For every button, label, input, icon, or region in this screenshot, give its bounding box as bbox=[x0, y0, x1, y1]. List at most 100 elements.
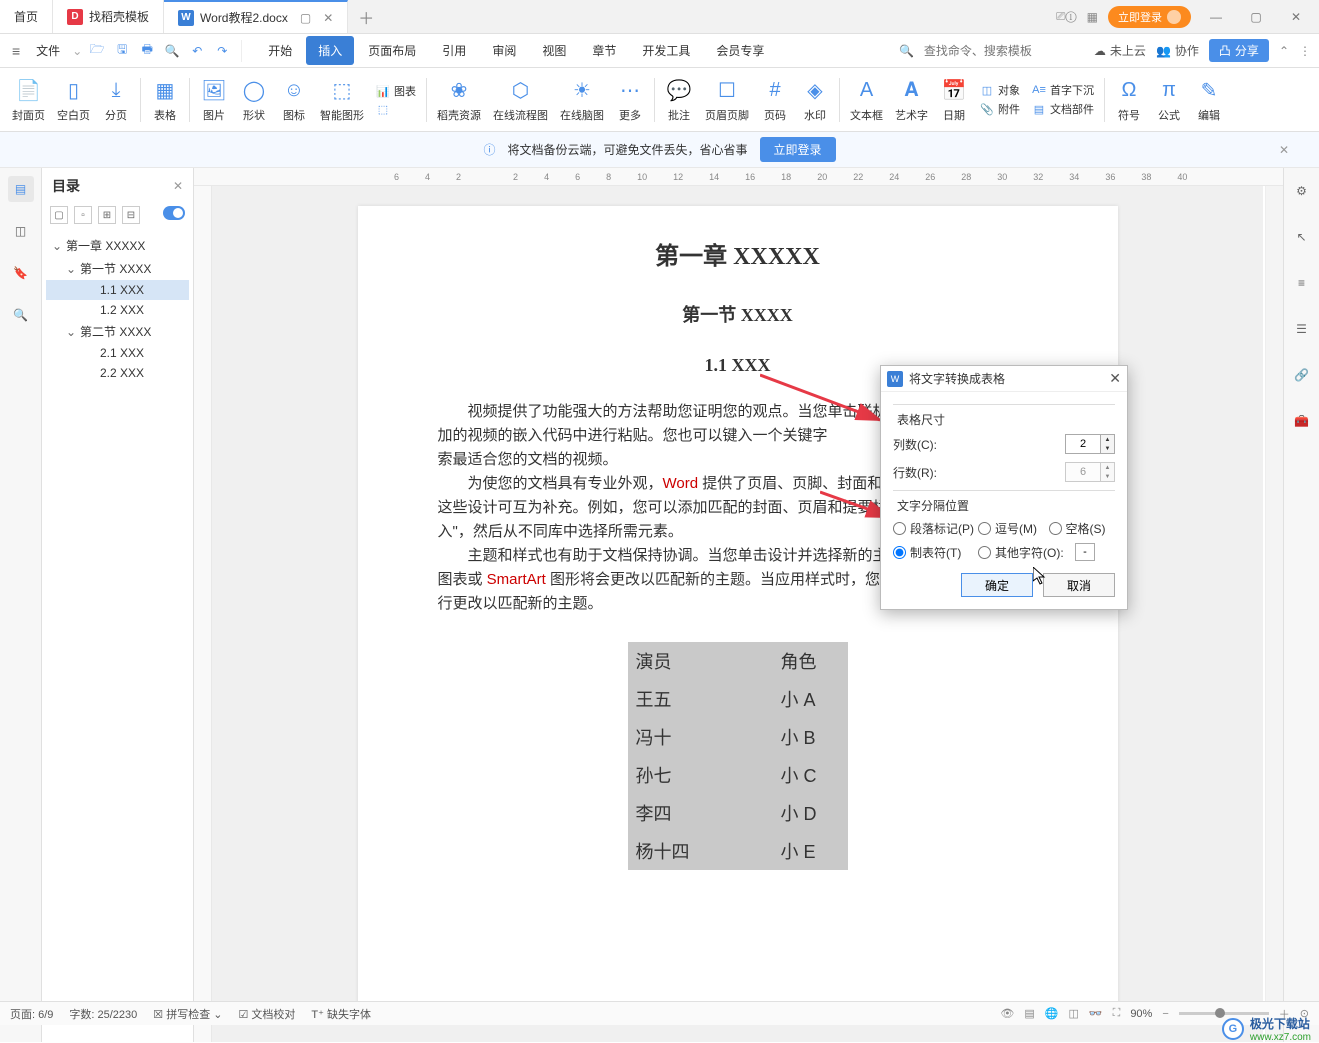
tab-subwindow-icon[interactable]: ▢ bbox=[300, 11, 311, 25]
status-eye-icon[interactable]: 👁 bbox=[1000, 1007, 1014, 1020]
cols-spinner[interactable]: ▲▼ bbox=[1065, 434, 1115, 454]
backup-login-button[interactable]: 立即登录 bbox=[760, 137, 836, 162]
cols-up[interactable]: ▲ bbox=[1101, 435, 1114, 444]
tab-close-icon[interactable]: ✕ bbox=[323, 11, 333, 25]
ribbon-dropcap[interactable]: A≡首字下沉 bbox=[1032, 82, 1094, 98]
cloud-status[interactable]: ☁ 未上云 bbox=[1094, 42, 1146, 59]
outline-close-icon[interactable]: ✕ bbox=[173, 179, 183, 193]
menu-collapse-icon[interactable]: ⌃ bbox=[1279, 44, 1289, 58]
ribbon-wordart[interactable]: 𝐀艺术字 bbox=[889, 77, 934, 123]
ribbon-pagenum[interactable]: #页码 bbox=[755, 77, 795, 123]
rail-nav-icon[interactable]: ◫ bbox=[8, 218, 34, 244]
radio-comma[interactable]: 逗号(M) bbox=[978, 520, 1045, 537]
backup-close-icon[interactable]: ✕ bbox=[1279, 143, 1289, 157]
radio-tab[interactable]: 制表符(T) bbox=[893, 543, 974, 561]
status-view-outline-icon[interactable]: ◫ bbox=[1069, 1007, 1079, 1020]
menu-tab-member[interactable]: 会员专享 bbox=[704, 36, 776, 65]
ribbon-blank-page[interactable]: ▯空白页 bbox=[51, 77, 96, 123]
dialog-cancel-button[interactable]: 取消 bbox=[1043, 573, 1115, 597]
login-button[interactable]: 立即登录 bbox=[1108, 6, 1191, 28]
zoom-out-icon[interactable]: − bbox=[1162, 1008, 1168, 1020]
outline-sync-toggle[interactable] bbox=[163, 206, 185, 220]
radio-paragraph[interactable]: 段落标记(P) bbox=[893, 520, 974, 537]
tab-template[interactable]: D 找稻壳模板 bbox=[53, 0, 164, 33]
tab-document[interactable]: W Word教程2.docx ▢ ✕ bbox=[164, 0, 348, 33]
radio-other[interactable]: 其他字符(O): bbox=[978, 543, 1115, 561]
ribbon-more[interactable]: ⋯更多 bbox=[610, 77, 650, 123]
outline-tool-2[interactable]: ▫ bbox=[74, 206, 92, 224]
outline-item-3[interactable]: 1.2 XXX bbox=[46, 300, 189, 320]
status-view-read-icon[interactable]: 👓 bbox=[1089, 1007, 1103, 1020]
menu-tab-layout[interactable]: 页面布局 bbox=[356, 36, 428, 65]
rail-search-icon[interactable]: 🔍 bbox=[8, 302, 34, 328]
dialog-header[interactable]: W 将文字转换成表格 ✕ bbox=[881, 366, 1127, 392]
ribbon-shape[interactable]: ◯形状 bbox=[234, 77, 274, 123]
search-input[interactable] bbox=[924, 44, 1084, 58]
status-view-web-icon[interactable]: 🌐 bbox=[1045, 1007, 1059, 1020]
menu-tab-review[interactable]: 审阅 bbox=[480, 36, 528, 65]
menu-tab-start[interactable]: 开始 bbox=[256, 36, 304, 65]
window-minimize-button[interactable]: — bbox=[1201, 2, 1231, 32]
zoom-fit-icon[interactable]: ⛶ bbox=[1113, 1007, 1121, 1020]
rail-bookmark-icon[interactable]: 🔖 bbox=[8, 260, 34, 286]
menu-tab-view[interactable]: 视图 bbox=[530, 36, 578, 65]
rail-right-link-icon[interactable]: 🔗 bbox=[1289, 362, 1315, 388]
outline-item-4[interactable]: ⌄第二节 XXXX bbox=[46, 320, 189, 343]
outline-tool-4[interactable]: ⊟ bbox=[122, 206, 140, 224]
rail-right-layers-icon[interactable]: ☰ bbox=[1289, 316, 1315, 342]
dialog-ok-button[interactable]: 确定 bbox=[961, 573, 1033, 597]
rail-right-settings-icon[interactable]: ⚙ bbox=[1289, 178, 1315, 204]
tab-home[interactable]: 首页 bbox=[0, 0, 53, 33]
ribbon-comment[interactable]: 💬批注 bbox=[659, 77, 699, 123]
redo-icon[interactable]: ↷ bbox=[211, 40, 233, 62]
horizontal-ruler[interactable]: 642246810121416182022242628303234363840 bbox=[194, 168, 1283, 186]
ribbon-table[interactable]: ▦表格 bbox=[145, 77, 185, 123]
ribbon-date[interactable]: 📅日期 bbox=[934, 77, 974, 123]
ribbon-image[interactable]: 🖼图片 bbox=[194, 77, 234, 123]
ribbon-object[interactable]: ◫对象 bbox=[980, 82, 1020, 98]
zoom-value[interactable]: 90% bbox=[1130, 1008, 1152, 1020]
menu-more-icon[interactable]: ⋮ bbox=[1299, 44, 1311, 58]
cols-down[interactable]: ▼ bbox=[1101, 444, 1114, 453]
menu-tab-devtools[interactable]: 开发工具 bbox=[630, 36, 702, 65]
ribbon-watermark[interactable]: ◈水印 bbox=[795, 77, 835, 123]
apps-grid-icon[interactable]: ▦ bbox=[1087, 10, 1098, 24]
window-close-button[interactable]: ✕ bbox=[1281, 2, 1311, 32]
file-menu[interactable]: 文件 bbox=[36, 42, 60, 59]
vertical-scrollbar[interactable] bbox=[1265, 186, 1283, 1042]
ribbon-page-break[interactable]: ⤓分页 bbox=[96, 77, 136, 123]
cols-input[interactable] bbox=[1066, 435, 1100, 453]
tab-add-button[interactable]: ＋ bbox=[348, 0, 384, 33]
vertical-ruler[interactable] bbox=[194, 186, 212, 1042]
outline-tool-3[interactable]: ⊞ bbox=[98, 206, 116, 224]
hamburger-icon[interactable]: ≡ bbox=[8, 43, 24, 59]
status-words[interactable]: 字数: 25/2230 bbox=[69, 1006, 137, 1022]
ribbon-formula[interactable]: π公式 bbox=[1149, 77, 1189, 123]
outline-item-6[interactable]: 2.2 XXX bbox=[46, 363, 189, 383]
ribbon-textbox[interactable]: A文本框 bbox=[844, 77, 889, 123]
page-scroll-area[interactable]: 第一章 XXXXX 第一节 XXXX 1.1 XXX 视频提供了功能强大的方法帮… bbox=[212, 186, 1263, 1042]
ribbon-icon[interactable]: ☺图标 bbox=[274, 77, 314, 123]
status-proof[interactable]: ☑ 文档校对 bbox=[238, 1006, 295, 1022]
ribbon-daoke[interactable]: ❀稻壳资源 bbox=[431, 77, 487, 123]
outline-item-0[interactable]: ⌄第一章 XXXXX bbox=[46, 234, 189, 257]
ribbon-attachment[interactable]: 📎附件 bbox=[980, 101, 1020, 117]
radio-space[interactable]: 空格(S) bbox=[1049, 520, 1116, 537]
outline-item-1[interactable]: ⌄第一节 XXXX bbox=[46, 257, 189, 280]
other-char-input[interactable] bbox=[1075, 543, 1095, 561]
status-spellcheck[interactable]: ☒ 拼写检查 ⌄ bbox=[153, 1006, 222, 1022]
status-page[interactable]: 页面: 6/9 bbox=[10, 1006, 53, 1022]
menu-tab-chapter[interactable]: 章节 bbox=[580, 36, 628, 65]
save-icon[interactable]: 🖫 bbox=[111, 40, 133, 62]
undo-icon[interactable]: ↶ bbox=[186, 40, 208, 62]
ribbon-chart[interactable]: 📊图表 bbox=[376, 83, 416, 99]
outline-item-5[interactable]: 2.1 XXX bbox=[46, 343, 189, 363]
menu-tab-reference[interactable]: 引用 bbox=[430, 36, 478, 65]
outline-item-2[interactable]: 1.1 XXX bbox=[46, 280, 189, 300]
rail-right-select-icon[interactable]: ↖ bbox=[1289, 224, 1315, 250]
open-icon[interactable]: 🗁 bbox=[86, 40, 108, 62]
rail-right-style-icon[interactable]: ≡ bbox=[1289, 270, 1315, 296]
layout-switch-icon[interactable]: ⎚① bbox=[1056, 9, 1077, 24]
ribbon-ole[interactable]: ⬚ bbox=[376, 102, 416, 116]
ribbon-flowchart[interactable]: ⬡在线流程图 bbox=[487, 77, 554, 123]
